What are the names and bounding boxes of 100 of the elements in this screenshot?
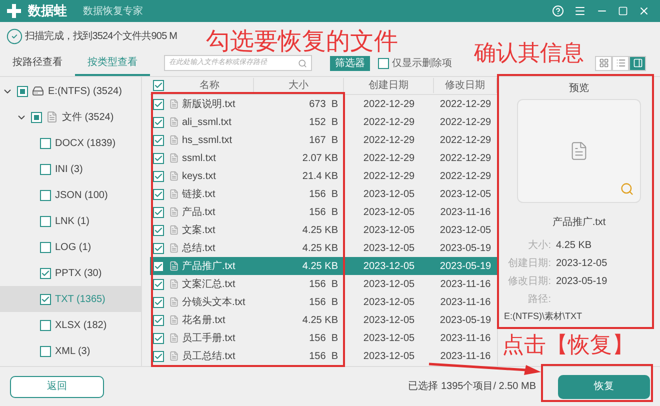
created-date: 2023-12-05	[363, 224, 415, 236]
tree-label: E:(NTFS) (3524)	[48, 84, 122, 98]
table-row[interactable]: ali_ssml.txt 152 B 2022-12-29 2022-12-29	[150, 113, 497, 131]
modified-date: 2023-12-05	[440, 188, 492, 200]
tree-item[interactable]: XLSX (182)	[0, 312, 141, 338]
menu-icon[interactable]	[574, 5, 586, 17]
created-date: 2023-12-05	[363, 350, 415, 362]
tree-label: PPTX (30)	[55, 266, 102, 280]
column-header[interactable]: 修改日期	[434, 78, 497, 93]
filter-button[interactable]: 筛选器	[330, 56, 370, 70]
tree-item[interactable]: E:(NTFS) (3524)	[0, 78, 141, 104]
table-row[interactable]: 新版说明.txt 673 B 2022-12-29 2022-12-29	[150, 95, 497, 113]
created-date: 2023-12-05	[363, 260, 415, 272]
file-size: 156 B	[309, 296, 338, 308]
tree-item[interactable]: INI (3)	[0, 156, 141, 182]
tree-item[interactable]: DOCX (1839)	[0, 130, 141, 156]
modified-date: 2023-05-19	[440, 314, 492, 326]
tree-item[interactable]: JSON (100)	[0, 182, 141, 208]
tree-label: 文件 (3524)	[62, 110, 114, 124]
table-row[interactable]: 文案.txt 4.25 KB 2023-12-05 2023-12-05	[150, 221, 497, 239]
drive-icon	[32, 85, 44, 97]
table-row[interactable]: ssml.txt 2.07 KB 2022-12-29 2022-12-29	[150, 149, 497, 167]
info-value: 4.25 KB	[556, 239, 592, 253]
tree-label: DOCX (1839)	[55, 136, 116, 150]
back-button[interactable]: 返回	[10, 376, 104, 398]
modified-date: 2023-11-16	[440, 206, 491, 218]
checkbox[interactable]	[31, 112, 42, 122]
view-mode-button[interactable]	[629, 56, 646, 70]
file-icon	[169, 297, 179, 307]
column-header[interactable]: 创建日期	[344, 78, 434, 93]
preview-pane-icon[interactable]	[632, 58, 642, 68]
created-date: 2023-12-05	[363, 296, 415, 308]
tree-label: JSON (100)	[55, 188, 108, 202]
file-size: 156 B	[309, 332, 338, 344]
table-row[interactable]: 产品推广.txt 4.25 KB 2023-12-05 2023-05-19	[150, 257, 497, 275]
table-row[interactable]: 文案汇总.txt 156 B 2023-12-05 2023-11-16	[150, 275, 497, 293]
help-icon[interactable]	[552, 5, 564, 17]
checkbox[interactable]	[40, 138, 51, 148]
file-name: 员工手册.txt	[182, 332, 236, 346]
recover-button[interactable]: 恢复	[558, 374, 650, 398]
modified-date: 2023-12-05	[440, 224, 492, 236]
table-row[interactable]: 产品.txt 156 B 2023-12-05 2023-11-16	[150, 203, 497, 221]
table-row[interactable]: 员工手册.txt 156 B 2023-12-05 2023-11-16	[150, 329, 497, 347]
selection-info: 已选择 1395个项目/ 2.50 MB	[408, 380, 536, 394]
table-row[interactable]: 分镜头文本.txt 156 B 2023-12-05 2023-11-16	[150, 293, 497, 311]
modified-date: 2023-11-16	[440, 296, 491, 308]
tree-item[interactable]: XML (3)	[0, 338, 141, 364]
file-name: 分镜头文本.txt	[182, 296, 246, 310]
created-date: 2022-12-29	[363, 98, 415, 110]
created-date: 2022-12-29	[363, 152, 415, 164]
grid-view-icon[interactable]	[598, 58, 608, 68]
tree-item[interactable]: LNK (1)	[0, 208, 141, 234]
checkbox[interactable]	[40, 346, 51, 356]
file-size: 167 B	[309, 134, 338, 146]
search-icon[interactable]	[298, 58, 307, 68]
table-row[interactable]: 总结.txt 4.25 KB 2023-12-05 2023-05-19	[150, 239, 497, 257]
checkbox-label: 仅显示删除项	[392, 56, 452, 70]
table-row[interactable]: 链接.txt 156 B 2023-12-05 2023-12-05	[150, 185, 497, 203]
checkbox[interactable]	[40, 164, 51, 174]
column-header[interactable]: 名称	[166, 78, 254, 93]
checkbox[interactable]	[40, 190, 51, 200]
checkbox[interactable]	[40, 242, 51, 252]
checkbox[interactable]	[40, 216, 51, 226]
file-name: keys.txt	[182, 170, 216, 184]
table-row[interactable]: 员工总结.txt 156 B 2023-12-05 2023-11-16	[150, 347, 497, 365]
modified-date: 2022-12-29	[440, 170, 492, 182]
modified-date: 2022-12-29	[440, 134, 492, 146]
close-icon[interactable]	[638, 5, 650, 17]
modified-date: 2022-12-29	[440, 152, 492, 164]
table-row[interactable]: 花名册.txt 4.25 KB 2023-12-05 2023-05-19	[150, 311, 497, 329]
checkbox[interactable]	[17, 86, 28, 96]
file-name: hs_ssml.txt	[182, 134, 232, 148]
annotation-text: 确认其信息	[474, 39, 584, 67]
created-date: 2022-12-29	[363, 134, 415, 146]
view-mode-button[interactable]	[595, 56, 612, 70]
file-icon	[169, 261, 179, 271]
file-name: 新版说明.txt	[182, 98, 236, 112]
app-subtitle: 数据恢复专家	[83, 4, 143, 18]
zoom-icon[interactable]	[620, 182, 634, 196]
created-date: 2023-12-05	[363, 332, 415, 344]
logo-icon	[6, 3, 22, 19]
checkbox[interactable]	[40, 320, 51, 330]
file-size: 673 B	[309, 98, 338, 110]
checkbox[interactable]	[378, 58, 389, 68]
column-header[interactable]: 大小	[254, 78, 344, 93]
view-tab[interactable]: 按路径查看	[0, 50, 75, 76]
tree-item[interactable]: LOG (1)	[0, 234, 141, 260]
file-icon	[169, 117, 179, 127]
annotation-text: 勾选要恢复的文件	[206, 27, 398, 57]
tree-item[interactable]: 文件 (3524)	[0, 104, 141, 130]
tree-item[interactable]: PPTX (30)	[0, 260, 141, 286]
file-size: 152 B	[309, 116, 338, 128]
table-row[interactable]: hs_ssml.txt 167 B 2022-12-29 2022-12-29	[150, 131, 497, 149]
tree-label: INI (3)	[55, 162, 83, 176]
maximize-icon[interactable]	[618, 6, 628, 16]
file-icon	[169, 207, 179, 217]
view-mode-button[interactable]	[612, 56, 629, 70]
table-row[interactable]: keys.txt 21.4 KB 2022-12-29 2022-12-29	[150, 167, 497, 185]
file-name: 产品.txt	[182, 206, 216, 220]
modified-date: 2022-12-29	[440, 98, 492, 110]
